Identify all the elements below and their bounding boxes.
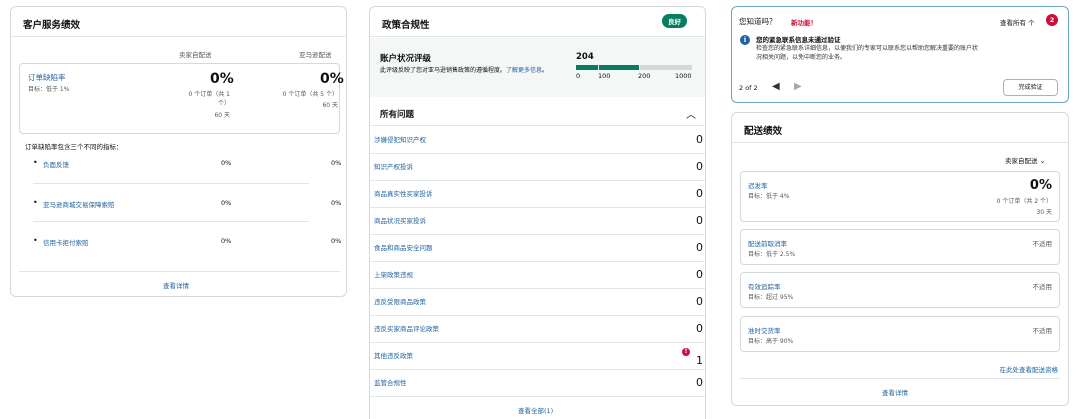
- learn-more-link[interactable]: 了解更多信息: [506, 67, 542, 74]
- divider: [370, 125, 705, 126]
- chevron-down-icon: ⌄: [1039, 157, 1046, 165]
- perf-metric-box: 配送前取消率 目标：低于 2.5% 不适用: [740, 229, 1060, 265]
- info-icon: i: [740, 35, 750, 45]
- account-health-desc: 此评级反映了您对亚马逊销售政策的遵循程度。了解更多信息。: [380, 67, 549, 74]
- issue-row[interactable]: 监管合规性 0: [370, 370, 705, 397]
- count-badge: 2: [1046, 14, 1058, 26]
- late-shipment-label[interactable]: 迟发率: [748, 180, 768, 190]
- metric-name[interactable]: 负面反馈: [43, 159, 69, 169]
- fulfillment-filter[interactable]: 卖家自配送 ⌄: [1005, 155, 1045, 165]
- metric-name[interactable]: 信用卡拒付索赔: [43, 237, 89, 247]
- all-issues-title: 所有问题: [380, 110, 415, 120]
- metric-row: • 负面反馈 0% 0%: [33, 158, 342, 169]
- view-shipping-eligibility-link[interactable]: 在此处查看配送资格: [1000, 364, 1059, 374]
- new-feature-label: 新功能！: [791, 19, 817, 27]
- scale-tick: 0: [576, 72, 581, 80]
- issue-row[interactable]: 商品状况买家投诉 0: [370, 208, 705, 235]
- odr-amazon-orders: 0 个订单（共 5 个）: [282, 91, 338, 98]
- divider: [33, 183, 309, 184]
- late-shipment-target: 目标：低于 4%: [748, 193, 790, 200]
- issue-row[interactable]: 上架政策违规 0: [370, 262, 705, 289]
- odr-target: 目标：低于 1%: [28, 86, 70, 93]
- scale-tick: 200: [638, 72, 651, 80]
- prev-arrow-icon[interactable]: ◀: [772, 81, 780, 92]
- shipping-performance-card: 配送绩效 卖家自配送 ⌄ 迟发率 目标：低于 4% 0% 0 个订单（共 2 个…: [731, 112, 1069, 406]
- view-all-link[interactable]: 查看全部(1): [518, 405, 553, 415]
- policy-compliance-card: 政策合规性 良好 账户状况评级 此评级反映了您对亚马逊销售政策的遵循程度。了解更…: [369, 6, 706, 419]
- policy-title: 政策合规性: [370, 7, 705, 37]
- late-shipment-box: 迟发率 目标：低于 4% 0% 0 个订单（共 2 个） 30 天: [740, 171, 1060, 222]
- customer-service-title: 客户服务绩效: [11, 7, 346, 37]
- status-badge: 良好: [662, 14, 687, 28]
- issue-row[interactable]: 违反买家商品评论政策 0: [370, 316, 705, 343]
- health-bar: [576, 65, 692, 70]
- odr-box: 订单缺陷率 目标：低于 1% 0% 0 个订单（共 1 个） 60 天 0% 0 …: [19, 63, 344, 134]
- issue-row[interactable]: 其他违反政策 ! 1: [370, 343, 705, 370]
- col-header-seller: 卖家自配送: [179, 51, 212, 59]
- issue-row[interactable]: 涉嫌侵犯知识产权 0: [370, 127, 705, 154]
- scale-tick: 100: [598, 72, 611, 80]
- did-you-know-card: 您知道吗？ 新功能！ 查看所有 个 2 i 您的紧急联系信息未通过验证 检查您的…: [731, 6, 1069, 103]
- col-header-amazon: 亚马逊配送: [299, 51, 332, 59]
- issue-row[interactable]: 知识产权投诉 0: [370, 154, 705, 181]
- health-score: 204: [576, 52, 594, 62]
- odr-seller-pct: 0%: [210, 71, 234, 87]
- chevron-up-icon[interactable]: ︿: [686, 106, 696, 121]
- odr-seller-orders: 0 个订单（共 1 个）: [188, 91, 230, 107]
- notice-body: 检查您的紧急联系详细信息，以便我们的专家可以联系您以帮助您解决重要的账户状 况相关…: [756, 45, 979, 61]
- odr-amazon-days: 60 天: [322, 102, 338, 109]
- account-health-title: 账户状况评级: [380, 54, 432, 64]
- odr-label[interactable]: 订单缺陷率: [28, 72, 66, 83]
- did-you-know-title: 您知道吗？: [739, 17, 777, 26]
- metric-row: • 信用卡拒付索赔 0% 0%: [33, 236, 342, 247]
- shipping-title: 配送绩效: [732, 113, 1068, 143]
- pager-text: 2 of 2: [739, 84, 758, 92]
- odr-amazon-pct: 0%: [320, 71, 344, 87]
- divider: [740, 378, 1060, 379]
- view-details-link[interactable]: 查看详情: [163, 280, 189, 290]
- perf-metric-box: 准时交货率 目标：高于 90% 不适用: [740, 316, 1060, 352]
- alert-icon: !: [682, 348, 690, 356]
- metric-row: • 亚马逊商城交易保障索赔 0% 0%: [33, 198, 342, 209]
- divider: [19, 271, 340, 272]
- notice-heading: 您的紧急联系信息未通过验证: [756, 36, 841, 44]
- issue-row[interactable]: 商品真实性买家投诉 0: [370, 181, 705, 208]
- account-health-section: 账户状况评级 此评级反映了您对亚马逊销售政策的遵循程度。了解更多信息。 204 …: [370, 38, 705, 97]
- odr-breakdown-title: 订单缺陷率包含三个不同的指标：: [25, 143, 123, 151]
- complete-verification-button[interactable]: 完成验证: [1003, 79, 1058, 96]
- late-shipment-days: 30 天: [1036, 209, 1052, 216]
- late-shipment-pct: 0%: [1029, 178, 1052, 193]
- view-details-link[interactable]: 查看详情: [882, 387, 908, 397]
- divider: [33, 221, 309, 222]
- metric-name[interactable]: 亚马逊商城交易保障索赔: [43, 199, 115, 209]
- issue-row[interactable]: 食品和商品安全问题 0: [370, 235, 705, 262]
- customer-service-card: 客户服务绩效 卖家自配送 亚马逊配送 订单缺陷率 目标：低于 1% 0% 0 个…: [10, 6, 347, 297]
- issue-row[interactable]: 违反受限商品政策 0: [370, 289, 705, 316]
- odr-seller-days: 60 天: [214, 112, 230, 119]
- late-shipment-orders: 0 个订单（共 2 个）: [996, 198, 1052, 205]
- view-all-notices[interactable]: 查看所有 个: [1000, 17, 1035, 27]
- scale-tick: 1000: [675, 72, 692, 80]
- perf-metric-box: 有效追踪率 目标：超过 95% 不适用: [740, 272, 1060, 308]
- next-arrow-icon[interactable]: ▶: [794, 81, 802, 92]
